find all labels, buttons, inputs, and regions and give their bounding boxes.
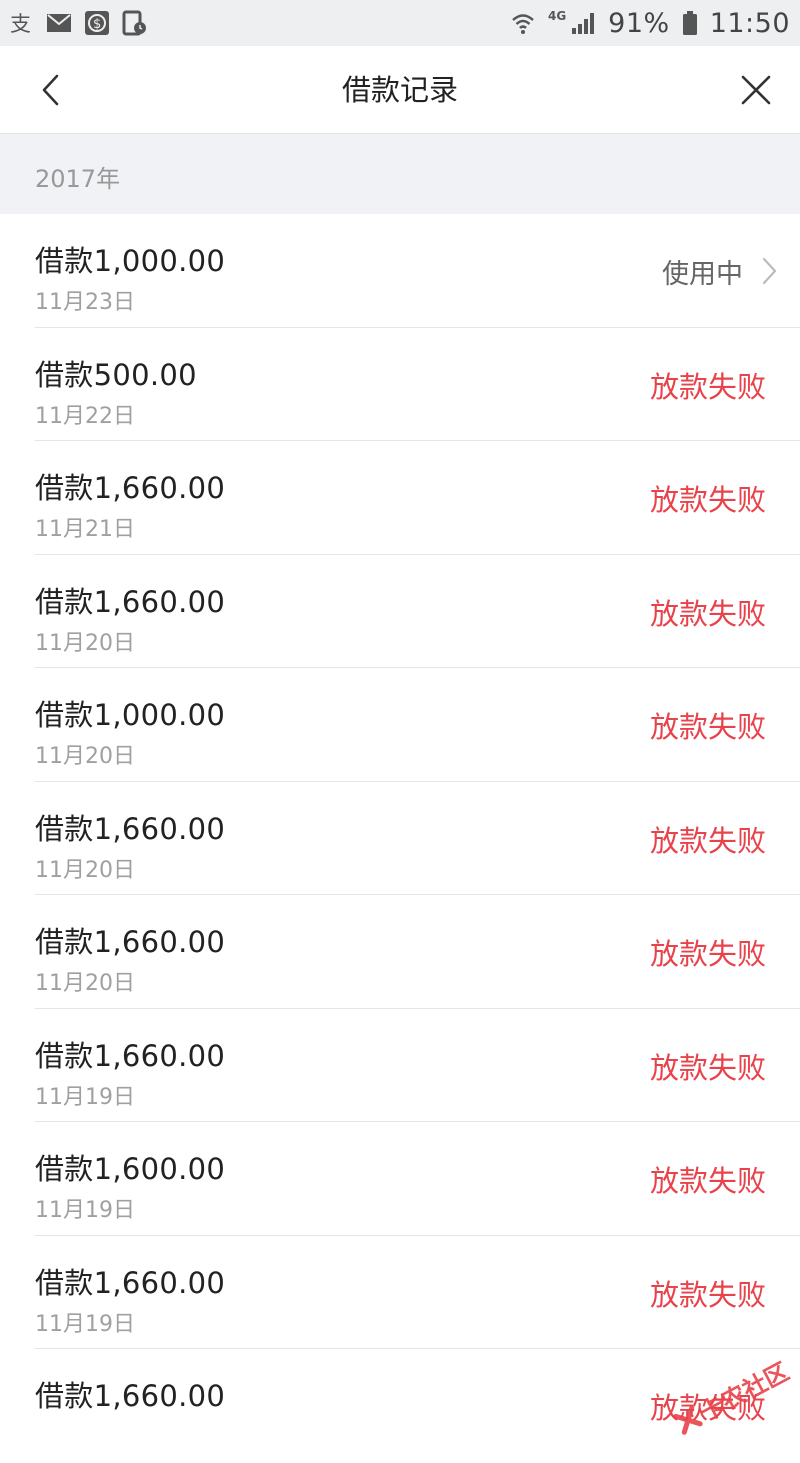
record-status: 放款失败 (649, 710, 766, 744)
tablet-clock-icon (122, 10, 148, 36)
status-bar-notifications: 支 $ (8, 10, 148, 36)
record-date: 11月23日 (35, 290, 135, 315)
record-amount: 借款1,660.00 (35, 584, 226, 619)
record-status: 放款失败 (649, 823, 766, 858)
svg-text:$: $ (93, 17, 101, 32)
record-status: 放款失败 (649, 369, 766, 404)
record-date: 11月22日 (35, 403, 135, 429)
record-amount: 借款1,660.00 (35, 1265, 226, 1300)
nav-bar: 借款记录 (0, 46, 800, 134)
close-button[interactable] (734, 68, 778, 112)
status-bar-system: 4G 91% 11:50 (510, 8, 790, 39)
svg-text:支: 支 (10, 12, 31, 36)
close-icon (741, 75, 771, 105)
status-bar: 支 $ 4G 91% 11:50 (0, 0, 800, 46)
list-item[interactable]: 借款1,660.00 11月19日 放款失败 (35, 1236, 800, 1349)
record-date: 11月21日 (35, 517, 135, 542)
chevron-right-icon (762, 257, 777, 285)
record-date: 11月19日 (35, 1198, 135, 1223)
record-status: 放款失败 (649, 937, 766, 971)
list-item[interactable]: 借款500.00 11月22日 放款失败 (35, 328, 800, 441)
record-date: 11月19日 (35, 1311, 135, 1337)
record-amount: 借款1,660.00 (35, 1379, 226, 1413)
section-header-year: 2017年 (0, 134, 800, 214)
alipay-icon: 支 (8, 10, 34, 36)
wifi-icon (510, 10, 536, 36)
list-item[interactable]: 借款1,660.00 11月21日 放款失败 (35, 441, 800, 555)
clock: 11:50 (709, 7, 790, 39)
record-date: 11月20日 (35, 857, 135, 883)
list-item[interactable]: 借款1,000.00 11月20日 放款失败 (35, 668, 800, 782)
battery-icon (682, 10, 698, 36)
list-item[interactable]: 借款1,660.00 11月20日 放款失败 (35, 895, 800, 1009)
list-item[interactable]: 借款1,000.00 11月23日 使用中 (35, 214, 800, 328)
battery-percent: 91% (608, 7, 670, 39)
record-amount: 借款1,660.00 (35, 925, 226, 959)
page-title: 借款记录 (341, 73, 458, 107)
list-item[interactable]: 借款1,660.00 11月20日 放款失败 (35, 555, 800, 668)
record-amount: 借款500.00 (35, 357, 197, 392)
network-type: 4G (547, 9, 567, 23)
list-item[interactable]: 借款1,600.00 11月19日 放款失败 (35, 1122, 800, 1236)
record-status: 放款失败 (649, 596, 766, 631)
record-status: 使用中 (662, 259, 743, 290)
list-item[interactable]: 借款1,660.00 11月19日 放款失败 (35, 1009, 800, 1122)
record-amount: 借款1,000.00 (35, 244, 226, 278)
money-icon: $ (84, 10, 110, 36)
record-amount: 借款1,660.00 (35, 1038, 226, 1073)
record-date: 11月19日 (35, 1084, 135, 1110)
loan-records-list: 借款1,000.00 11月23日 使用中 借款500.00 11月22日 放款… (0, 214, 800, 1463)
record-date: 11月20日 (35, 630, 135, 656)
record-amount: 借款1,600.00 (35, 1152, 226, 1186)
record-status: 放款失败 (649, 1050, 766, 1085)
record-amount: 借款1,660.00 (35, 811, 226, 846)
signal-icon (570, 10, 596, 36)
record-amount: 借款1,660.00 (35, 471, 226, 505)
record-date: 11月20日 (35, 971, 135, 996)
list-item[interactable]: 借款1,660.00 11月20日 放款失败 (35, 782, 800, 895)
record-status: 放款失败 (649, 1277, 766, 1312)
record-amount: 借款1,000.00 (35, 698, 226, 732)
mail-icon (46, 10, 72, 36)
record-status: 放款失败 (649, 483, 766, 517)
record-date: 11月20日 (35, 744, 135, 769)
record-status: 放款失败 (649, 1164, 766, 1198)
